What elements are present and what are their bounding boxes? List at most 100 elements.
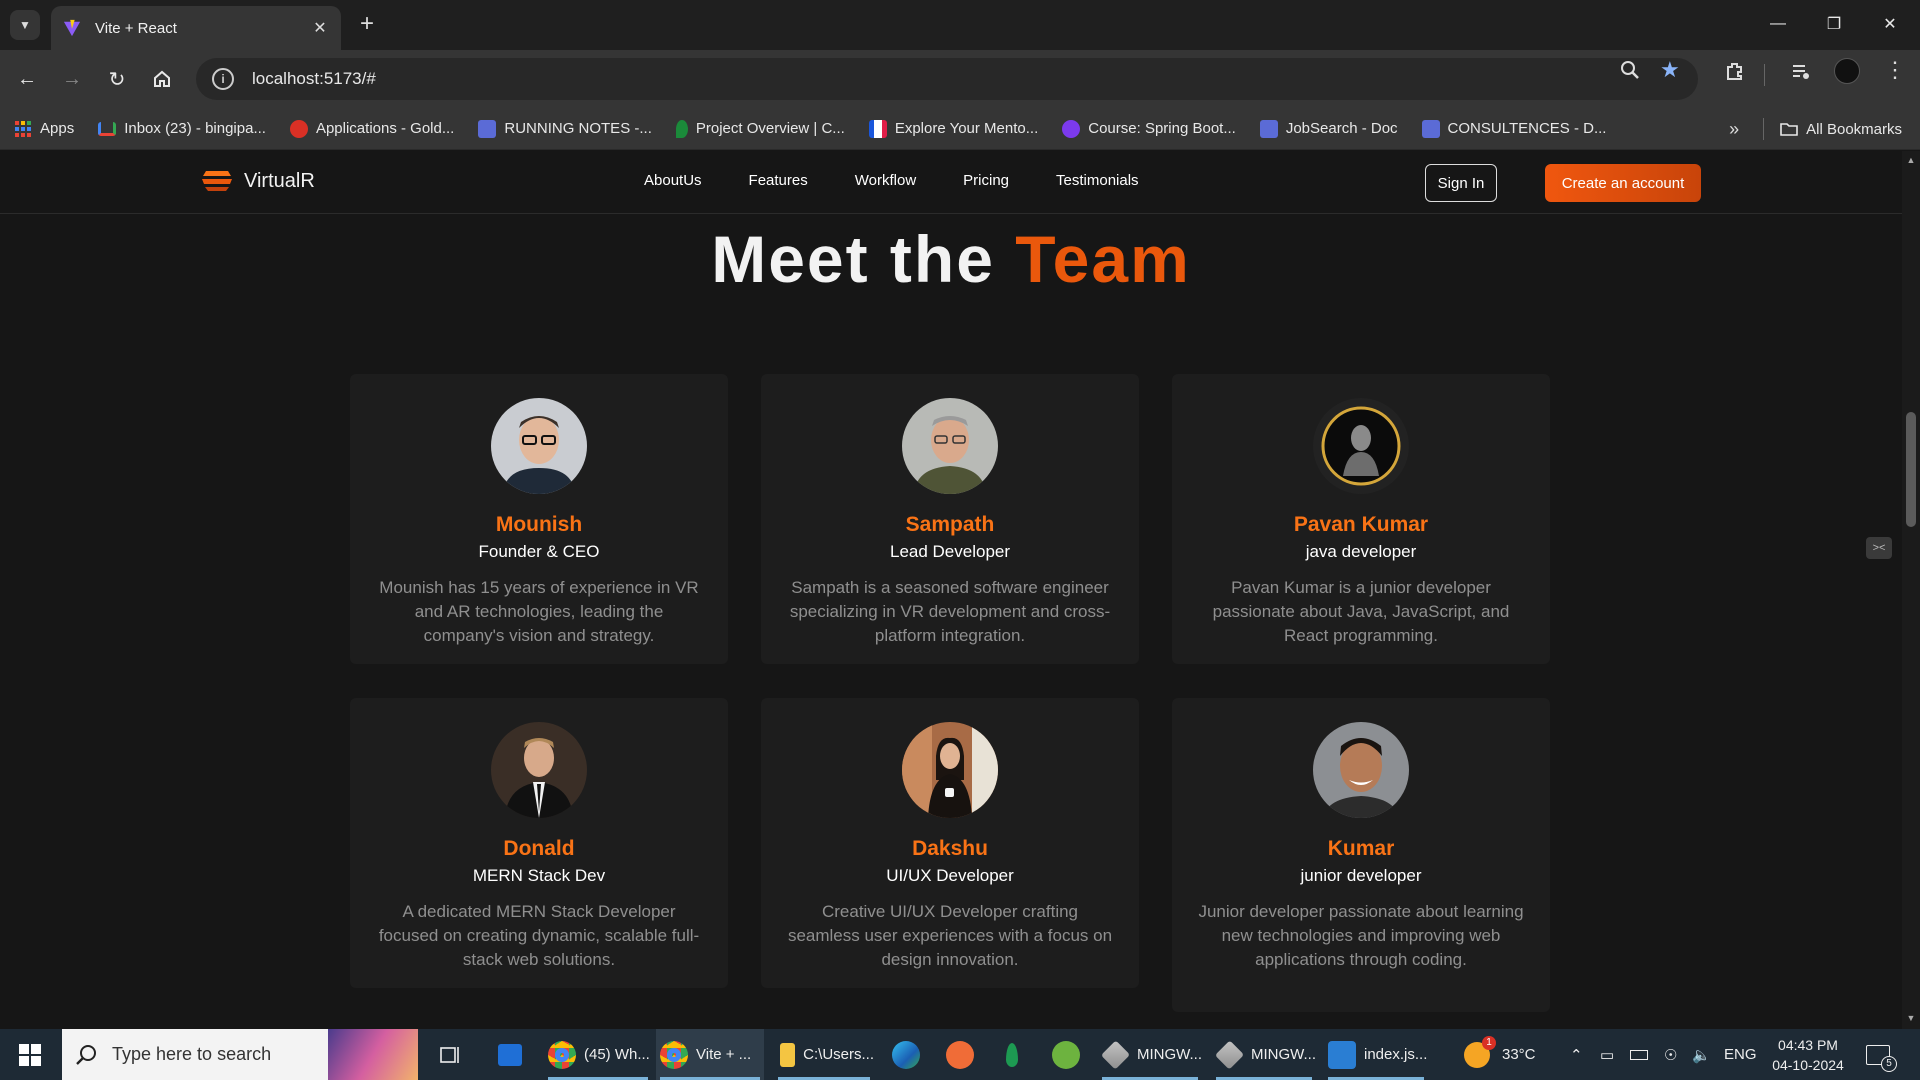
site-navbar: VirtualR AboutUs Features Workflow Prici… [0, 151, 1902, 214]
taskbar-search-box[interactable]: Type here to search [62, 1029, 418, 1080]
team-card: Pavan Kumar java developer Pavan Kumar i… [1172, 374, 1550, 664]
site-info-icon[interactable]: i [212, 68, 234, 90]
media-controls-icon[interactable] [1790, 60, 1812, 88]
nav-link-pricing[interactable]: Pricing [963, 172, 1009, 189]
app-label: C:\Users... [803, 1046, 874, 1063]
bookmark-apps[interactable]: Apps [14, 120, 74, 138]
minimize-icon[interactable]: — [1750, 0, 1806, 48]
clock-time: 04:43 PM [1778, 1037, 1838, 1053]
nav-link-testimonials[interactable]: Testimonials [1056, 172, 1139, 189]
reload-icon[interactable]: ↻ [100, 62, 134, 96]
edge-icon[interactable] [888, 1029, 924, 1080]
taskbar-app-explorer[interactable]: C:\Users... [774, 1029, 874, 1080]
avatar [491, 722, 587, 818]
chevron-double-right-icon[interactable]: » [1729, 119, 1739, 140]
task-view-icon[interactable] [430, 1029, 470, 1080]
member-role: MERN Stack Dev [472, 866, 606, 885]
extensions-icon[interactable] [1724, 60, 1746, 88]
bookmark-jobsearch[interactable]: JobSearch - Doc [1259, 119, 1398, 138]
chart-logo-icon [868, 119, 887, 138]
bookmark-label: JobSearch - Doc [1285, 120, 1398, 137]
toolbar-divider [1764, 64, 1765, 86]
postman-icon[interactable] [942, 1029, 978, 1080]
bookmark-gmail[interactable]: Inbox (23) - bingipa... [98, 120, 266, 137]
search-highlight-graphic [328, 1029, 418, 1080]
doc-icon [1421, 119, 1440, 138]
bookmark-course-spring-boot[interactable]: Course: Spring Boot... [1062, 119, 1236, 138]
nav-link-features[interactable]: Features [749, 172, 808, 189]
clock-date: 04-10-2024 [1772, 1057, 1844, 1073]
folder-icon [1780, 123, 1798, 136]
page-scrollbar[interactable]: ▲ ▼ [1902, 151, 1920, 1029]
bookmark-label: Course: Spring Boot... [1088, 120, 1236, 137]
avatar [1313, 398, 1409, 494]
search-icon [76, 1044, 96, 1065]
nav-link-aboutus[interactable]: AboutUs [644, 172, 702, 189]
scroll-up-arrow-icon[interactable]: ▲ [1906, 155, 1916, 165]
bookmark-consultences[interactable]: CONSULTENCES - D... [1421, 119, 1606, 138]
bookmark-running-notes[interactable]: RUNNING NOTES -... [478, 119, 652, 138]
browser-menu-icon[interactable]: ⋮ [1884, 57, 1906, 83]
search-placeholder: Type here to search [112, 1044, 272, 1064]
wifi-icon[interactable]: ☉ [1664, 1029, 1677, 1080]
scroll-down-arrow-icon[interactable]: ▼ [1906, 1013, 1916, 1023]
volume-icon[interactable]: 🔈 [1692, 1029, 1711, 1080]
taskbar-clock[interactable]: 04:43 PM 04-10-2024 [1766, 1035, 1850, 1075]
taskbar-app-gitbash-2[interactable]: MINGW... [1212, 1029, 1316, 1080]
git-bash-icon [1214, 1039, 1245, 1070]
bookmark-applications[interactable]: Applications - Gold... [289, 119, 454, 138]
windows-start-icon[interactable] [0, 1029, 60, 1080]
microsoft-store-icon[interactable] [490, 1029, 530, 1080]
notification-center-icon[interactable]: 5 [1866, 1029, 1897, 1080]
weather-temperature: 33°C [1502, 1046, 1536, 1063]
bookmark-star-icon[interactable]: ★ [1660, 57, 1680, 83]
all-bookmarks[interactable]: All Bookmarks [1780, 120, 1902, 138]
bookmark-project-overview[interactable]: Project Overview | C... [675, 119, 845, 138]
title-accent: Team [1015, 222, 1191, 296]
back-arrow-icon[interactable]: ← [10, 62, 44, 96]
tab-search-dropdown-icon[interactable]: ▼ [10, 10, 40, 40]
battery-icon[interactable] [1630, 1029, 1648, 1080]
window-close-icon[interactable]: ✕ [1862, 0, 1918, 48]
weather-widget[interactable]: 1 33°C [1464, 1029, 1536, 1080]
address-bar[interactable]: i localhost:5173/# [196, 58, 1698, 100]
extension-overlay-icon[interactable]: >< [1866, 537, 1892, 559]
tray-device-icon[interactable]: ▭ [1600, 1029, 1614, 1080]
bookmarks-divider [1763, 118, 1765, 140]
nav-link-workflow[interactable]: Workflow [855, 172, 916, 189]
language-indicator[interactable]: ENG [1724, 1029, 1757, 1080]
sign-in-button[interactable]: Sign In [1425, 164, 1497, 202]
app-label: index.js... [1364, 1046, 1428, 1063]
browser-tab-active[interactable]: Vite + React ✕ [51, 6, 341, 50]
brand-logo[interactable]: VirtualR [200, 169, 315, 193]
new-tab-icon[interactable]: + [352, 10, 382, 40]
spring-tools-icon[interactable] [1048, 1029, 1084, 1080]
profile-avatar[interactable] [1834, 58, 1860, 84]
bookmarks-right: » All Bookmarks [1729, 108, 1902, 150]
taskbar-app-chrome-vite[interactable]: Vite + ... [656, 1029, 764, 1080]
create-account-button[interactable]: Create an account [1545, 164, 1701, 202]
taskbar-app-gitbash-1[interactable]: MINGW... [1098, 1029, 1202, 1080]
zoom-icon[interactable] [1620, 60, 1640, 86]
gmail-icon [98, 121, 117, 136]
team-card: Dakshu UI/UX Developer Creative UI/UX De… [761, 698, 1139, 988]
tab-close-icon[interactable]: ✕ [311, 18, 329, 38]
bookmark-explore-mentor[interactable]: Explore Your Mento... [868, 119, 1038, 138]
home-icon[interactable] [145, 62, 179, 96]
scrollbar-thumb[interactable] [1906, 412, 1916, 527]
vscode-icon [1328, 1040, 1356, 1069]
taskbar-app-chrome-whatsapp[interactable]: (45) Wh... [544, 1029, 652, 1080]
tray-chevron-up-icon[interactable]: ⌃ [1570, 1029, 1583, 1080]
member-role: java developer [1305, 542, 1417, 561]
member-role: Founder & CEO [478, 542, 600, 561]
mongodb-icon[interactable] [994, 1029, 1030, 1080]
bookmark-label: RUNNING NOTES -... [504, 120, 652, 137]
member-description: Creative UI/UX Developer crafting seamle… [787, 902, 1113, 969]
leaf-icon [675, 119, 688, 138]
team-section-title: Meet the Team [0, 221, 1902, 297]
restore-icon[interactable]: ❐ [1806, 0, 1862, 48]
forward-arrow-icon[interactable]: → [55, 62, 89, 96]
team-card: Kumar junior developer Junior developer … [1172, 698, 1550, 1012]
folder-icon [780, 1042, 796, 1067]
taskbar-app-vscode[interactable]: index.js... [1324, 1029, 1428, 1080]
